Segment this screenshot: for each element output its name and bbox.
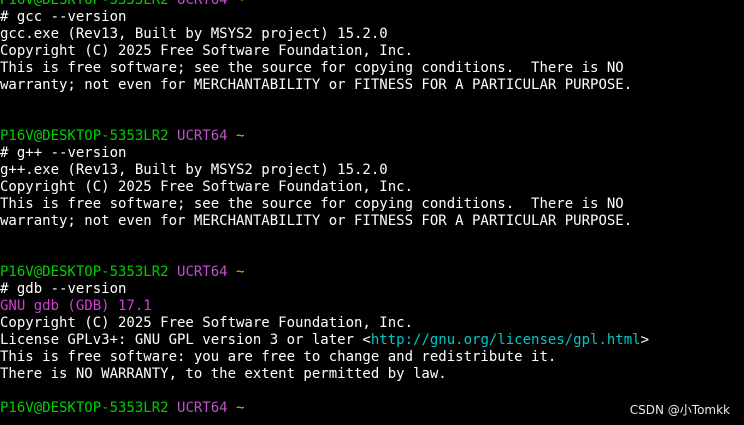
output-line: There is NO WARRANTY, to the extent perm…	[0, 366, 447, 382]
prompt-line: P16V@DESKTOP-5353LR2 UCRT64 ~	[0, 128, 744, 145]
command-line: # gdb --version	[0, 281, 744, 298]
command-text: g++ --version	[16, 145, 127, 161]
output-line: This is free software; see the source fo…	[0, 60, 624, 76]
output-line: warranty; not even for MERCHANTABILITY o…	[0, 213, 633, 229]
command-line: # gcc --version	[0, 9, 744, 26]
prompt-env: UCRT64	[177, 264, 228, 280]
license-line: License GPLv3+: GNU GPL version 3 or lat…	[0, 332, 744, 349]
prompt-env: UCRT64	[177, 128, 228, 144]
license-url-link[interactable]: http://gnu.org/licenses/gpl.html	[371, 332, 641, 348]
prompt-path: ~	[236, 400, 245, 416]
gdb-version-line: GNU gdb (GDB) 17.1	[0, 298, 152, 314]
output-line: gcc.exe (Rev13, Built by MSYS2 project) …	[0, 26, 388, 42]
prompt-user-host: P16V@DESKTOP-5353LR2	[0, 128, 169, 144]
output-line: This is free software; see the source fo…	[0, 196, 624, 212]
prompt-symbol: #	[0, 281, 9, 297]
prompt-symbol: #	[0, 9, 9, 25]
output-line: Copyright (C) 2025 Free Software Foundat…	[0, 43, 414, 59]
license-prefix: License GPLv3+: GNU GPL version 3 or lat…	[0, 332, 371, 348]
output-line: warranty; not even for MERCHANTABILITY o…	[0, 77, 633, 93]
command-text: gcc --version	[16, 9, 127, 25]
prompt-path: ~	[236, 264, 245, 280]
command-text: gdb --version	[16, 281, 127, 297]
output-line: This is free software: you are free to c…	[0, 349, 557, 365]
prompt-user-host: P16V@DESKTOP-5353LR2	[0, 264, 169, 280]
prompt-user-host: P16V@DESKTOP-5353LR2	[0, 0, 169, 8]
prompt-path: ~	[236, 128, 245, 144]
prompt-user-host: P16V@DESKTOP-5353LR2	[0, 400, 169, 416]
license-suffix: >	[640, 332, 650, 348]
prompt-env: UCRT64	[177, 0, 228, 8]
output-line: Copyright (C) 2025 Free Software Foundat…	[0, 315, 414, 331]
output-line: Copyright (C) 2025 Free Software Foundat…	[0, 179, 414, 195]
prompt-path: ~	[236, 0, 245, 8]
prompt-line: P16V@DESKTOP-5353LR2 UCRT64 ~	[0, 264, 744, 281]
prompt-env: UCRT64	[177, 400, 228, 416]
prompt-symbol: #	[0, 145, 9, 161]
output-line: g++.exe (Rev13, Built by MSYS2 project) …	[0, 162, 388, 178]
terminal-window[interactable]: P16V@DESKTOP-5353LR2 UCRT64 ~ # gcc --ve…	[0, 0, 744, 425]
csdn-watermark: CSDN @小Tomkk	[629, 403, 730, 417]
command-line: # g++ --version	[0, 145, 744, 162]
prompt-line: P16V@DESKTOP-5353LR2 UCRT64 ~	[0, 0, 744, 9]
